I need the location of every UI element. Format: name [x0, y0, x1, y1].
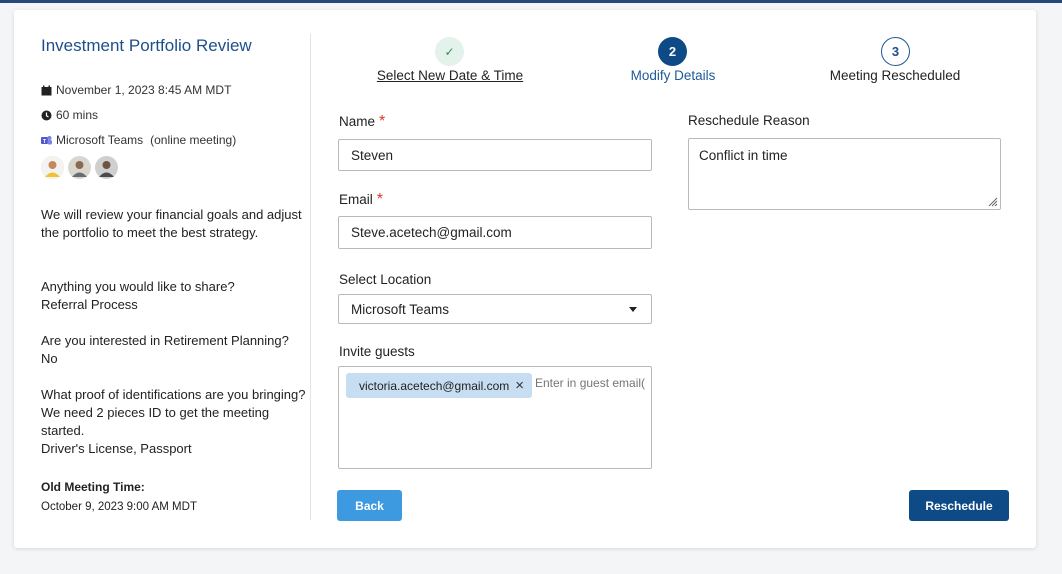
qa-question: Anything you would like to share?: [41, 279, 235, 294]
guests-label: Invite guests: [339, 344, 415, 359]
qa-question: What proof of identifications are you br…: [41, 387, 306, 438]
reschedule-reason-textarea[interactable]: Conflict in time: [688, 138, 1001, 210]
invite-guests-field[interactable]: victoria.acetech@gmail.com ×: [338, 366, 652, 469]
event-description: We will review your financial goals and …: [41, 207, 302, 240]
event-date: November 1, 2023 8:45 AM MDT: [56, 83, 232, 97]
back-button[interactable]: Back: [337, 490, 402, 521]
event-duration-row: 60 mins: [41, 108, 98, 122]
avatar[interactable]: [68, 156, 91, 179]
email-field[interactable]: Steve.acetech@gmail.com: [338, 216, 652, 249]
top-accent-bar: [0, 0, 1062, 3]
dropdown-caret-icon: [629, 307, 637, 312]
reschedule-button[interactable]: Reschedule: [909, 490, 1009, 521]
location-select[interactable]: Microsoft Teams: [338, 294, 652, 324]
reschedule-card: Investment Portfolio Review November 1, …: [14, 10, 1036, 548]
guest-chip-email: victoria.acetech@gmail.com: [359, 378, 510, 393]
qa-answer: Driver's License, Passport: [41, 441, 192, 456]
name-field-value: Steven: [351, 147, 394, 163]
guest-email-input[interactable]: [535, 376, 645, 390]
required-marker: *: [379, 113, 386, 130]
microsoft-teams-icon: T: [41, 135, 52, 146]
event-location-note: (online meeting): [150, 133, 237, 147]
event-duration: 60 mins: [56, 108, 99, 122]
email-field-value: Steve.acetech@gmail.com: [351, 225, 512, 240]
avatar[interactable]: [41, 156, 64, 179]
clock-icon: [41, 110, 52, 121]
qa-item: Anything you would like to share? Referr…: [41, 278, 309, 314]
location-label: Select Location: [339, 272, 432, 287]
guest-chip: victoria.acetech@gmail.com ×: [346, 373, 532, 398]
panel-divider: [310, 34, 311, 520]
qa-item: What proof of identifications are you br…: [41, 386, 309, 458]
step-meeting-rescheduled: Meeting Rescheduled: [829, 68, 961, 83]
step-modify-details: Modify Details: [630, 68, 716, 83]
name-label: Name *: [339, 113, 385, 131]
qa-answer: No: [41, 351, 58, 366]
remove-guest-icon[interactable]: ×: [515, 377, 524, 394]
step-done-check-icon: ✓: [435, 37, 464, 66]
reschedule-reason-label: Reschedule Reason: [688, 113, 810, 128]
attendee-avatars: [41, 156, 118, 179]
required-marker: *: [376, 191, 383, 208]
qa-answer: Referral Process: [41, 297, 138, 312]
event-title: Investment Portfolio Review: [41, 36, 252, 55]
old-meeting-time-value: October 9, 2023 9:00 AM MDT: [41, 501, 197, 513]
email-label-text: Email: [339, 192, 373, 207]
qa-question: Are you interested in Retirement Plannin…: [41, 333, 289, 348]
email-label: Email *: [339, 191, 383, 209]
event-location-row: T Microsoft Teams (online meeting): [41, 133, 236, 147]
old-meeting-time-label: Old Meeting Time:: [41, 480, 145, 494]
location-select-value: Microsoft Teams: [351, 301, 450, 317]
calendar-icon: [41, 85, 52, 96]
event-location: Microsoft Teams: [56, 133, 144, 147]
step-number-2: 2: [658, 37, 687, 66]
event-summary-panel: Investment Portfolio Review November 1, …: [41, 36, 306, 513]
resize-handle-icon[interactable]: [986, 195, 998, 207]
name-label-text: Name: [339, 114, 376, 129]
reschedule-reason-value: Conflict in time: [699, 148, 788, 163]
step-select-date-time[interactable]: Select New Date & Time: [350, 68, 550, 83]
event-date-row: November 1, 2023 8:45 AM MDT: [41, 83, 231, 97]
step-number-3: 3: [881, 37, 910, 66]
qa-item: Are you interested in Retirement Plannin…: [41, 332, 309, 368]
name-field[interactable]: Steven: [338, 139, 652, 171]
avatar[interactable]: [95, 156, 118, 179]
